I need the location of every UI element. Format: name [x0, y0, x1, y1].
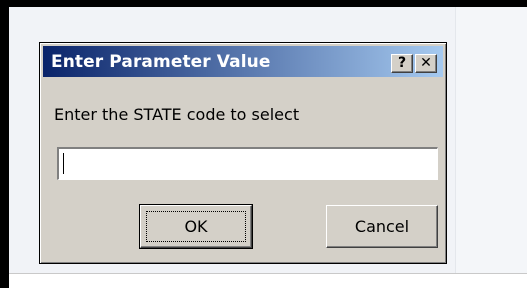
focus-rectangle [146, 211, 246, 242]
top-border [0, 0, 527, 7]
help-button[interactable]: ? [391, 54, 413, 73]
text-caret [63, 153, 64, 174]
cancel-button-label: Cancel [354, 217, 410, 236]
screen: Enter Parameter Value ? ✕ Enter the STAT… [0, 0, 527, 288]
dialog-title: Enter Parameter Value [51, 52, 271, 72]
close-button[interactable]: ✕ [415, 54, 437, 73]
close-icon: ✕ [420, 55, 432, 71]
background-panel [455, 7, 527, 273]
parameter-dialog: Enter Parameter Value ? ✕ Enter the STAT… [39, 42, 447, 264]
ok-button[interactable]: OK [139, 204, 253, 249]
left-border [0, 0, 9, 288]
dialog-titlebar[interactable]: Enter Parameter Value ? ✕ [43, 46, 443, 77]
help-icon: ? [397, 55, 407, 71]
prompt-label: Enter the STATE code to select [54, 105, 300, 124]
parameter-input[interactable] [57, 147, 438, 180]
cancel-button[interactable]: Cancel [326, 205, 438, 248]
divider [9, 273, 527, 274]
